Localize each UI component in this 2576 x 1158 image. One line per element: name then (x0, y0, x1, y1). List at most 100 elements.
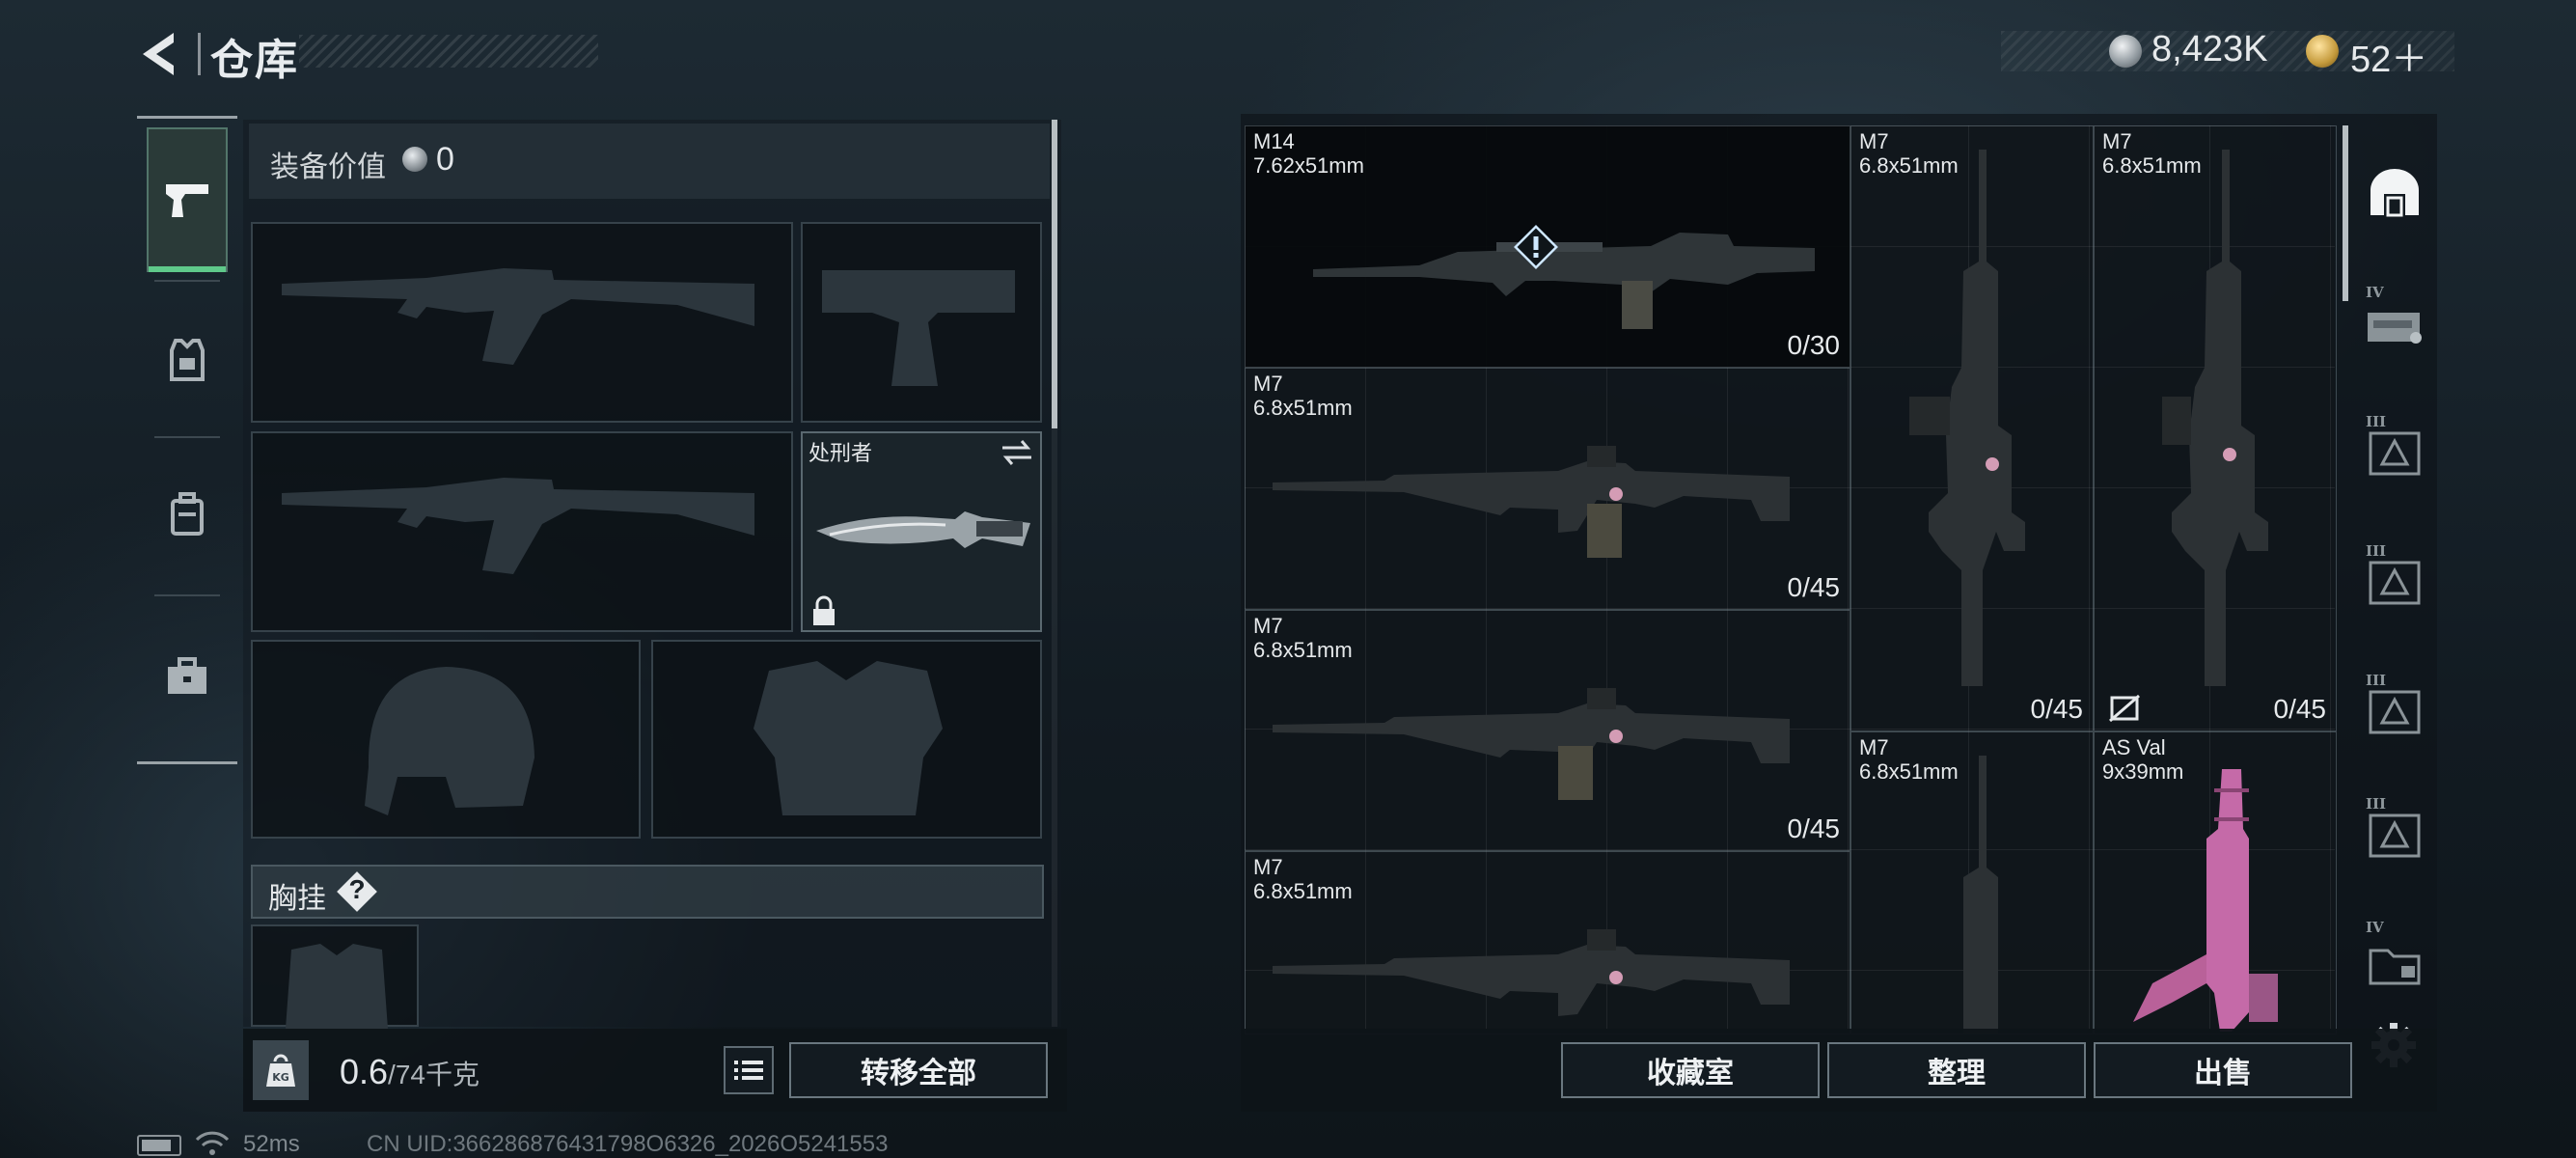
tab-divider (154, 280, 220, 282)
list-icon (734, 1061, 763, 1080)
category-ammo-box[interactable]: III (2362, 409, 2427, 486)
backpack-icon (171, 492, 204, 536)
armor-vest-icon (170, 339, 205, 381)
chest-rig-slot[interactable] (251, 924, 419, 1029)
chest-rig-label: 胸挂 (268, 883, 326, 915)
category-all[interactable] (2362, 154, 2427, 232)
category-weapon-case[interactable]: IV (2362, 280, 2427, 357)
transfer-all-button[interactable]: 转移全部 (789, 1042, 1048, 1098)
gold-currency-amount[interactable]: 52＋ (2350, 29, 2427, 82)
tabs-bottom-rule (137, 761, 237, 764)
stash-item-as-val[interactable]: AS Val 9x39mm (2094, 731, 2337, 1034)
stash-item-m7[interactable]: M7 6.8x51mm (1850, 731, 2094, 1034)
svg-text:KG: KG (272, 1071, 289, 1084)
item-ammo-count: 0/45 (2273, 694, 2327, 724)
tier-label: III (2366, 542, 2387, 560)
tier-label: IV (2366, 919, 2384, 936)
tab-armor[interactable] (147, 288, 228, 432)
ammo-box-icon (2369, 690, 2421, 734)
item-name: M7 (1253, 614, 1283, 638)
item-ammo-count: 0/45 (1787, 572, 1841, 602)
rifle-m7-icon (1273, 688, 1790, 800)
item-ammo-count: 0/45 (2030, 694, 2084, 724)
stash-item-m7[interactable]: M7 6.8x51mm 0/45 (1245, 368, 1850, 610)
rifle-m7-vertical-icon (1909, 150, 2025, 686)
lock-icon (813, 595, 835, 625)
wifi-icon (195, 1131, 230, 1155)
help-icon-glyph: ? (348, 874, 366, 904)
category-ammo-box[interactable]: III (2362, 791, 2427, 868)
briefcase-icon (168, 657, 206, 694)
pistol-silhouette-icon (822, 270, 1015, 386)
pistol-slot[interactable] (801, 222, 1042, 423)
category-ammo-box[interactable]: III (2362, 668, 2427, 745)
tab-weapons[interactable] (147, 127, 228, 272)
tier-label: IV (2366, 284, 2384, 301)
weight-icon-box: KG (253, 1040, 309, 1100)
body-armor-slot[interactable] (651, 640, 1042, 839)
knife-icon (816, 511, 1030, 548)
back-arrow-icon (143, 33, 174, 75)
sell-button[interactable]: 出售 (2094, 1042, 2352, 1098)
tab-case[interactable] (147, 604, 228, 749)
tab-divider (154, 594, 220, 596)
item-name: M7 (1859, 735, 1889, 759)
rifle-m7-icon (1273, 929, 1790, 1016)
rifle-m14-icon (1313, 233, 1815, 329)
carry-weight-current: 0.6 (340, 1052, 389, 1091)
stash-item-m7[interactable]: M7 6.8x51mm 0/45 (1850, 125, 2094, 731)
stash-item-m14[interactable]: M14 7.62x51mm 0/30 (1245, 125, 1850, 368)
category-ammo-box[interactable]: III (2362, 538, 2427, 616)
no-magazine-icon (2109, 694, 2140, 723)
ammo-box-icon (2369, 813, 2421, 858)
primary-weapon-slot-2[interactable] (251, 431, 793, 632)
item-name: M7 (1253, 372, 1283, 396)
vest-silhouette-icon (754, 661, 943, 815)
warning-icon (1514, 225, 1558, 269)
stash-item-m7[interactable]: M7 6.8x51mm 0/45 (2094, 125, 2337, 731)
title-stripe-decoration (299, 35, 598, 68)
silver-coin-icon (402, 147, 427, 172)
swap-icon[interactable] (999, 436, 1035, 469)
rifle-m7-vertical-icon (2162, 150, 2268, 686)
back-button[interactable] (135, 27, 181, 81)
stash-item-m7[interactable]: M7 6.8x51mm 0/45 (1245, 610, 1850, 851)
item-name: M7 (1859, 129, 1889, 153)
title-divider (198, 33, 201, 75)
loadout-scrollbar-thumb[interactable] (1052, 120, 1057, 428)
user-id: CN UID:366286876431798O6326_2026O5241553 (367, 1131, 889, 1157)
ammo-box-icon (2369, 561, 2421, 605)
helmet-slot[interactable] (251, 640, 641, 839)
tab-backpack[interactable] (147, 442, 228, 587)
sort-button[interactable]: 整理 (1827, 1042, 2086, 1098)
tab-divider (154, 436, 220, 438)
rifle-m7-vertical-icon (1963, 756, 1998, 1034)
list-view-button[interactable] (724, 1046, 774, 1094)
item-ammo-count: 0/45 (1787, 813, 1841, 843)
tier-label: III (2366, 795, 2387, 813)
kettlebell-weight-icon: KG (266, 1054, 295, 1087)
silver-coin-icon (2109, 35, 2142, 68)
item-name: AS Val (2102, 735, 2166, 759)
silver-currency-amount: 8,423K (2151, 29, 2268, 69)
tier-label: III (2366, 413, 2387, 430)
stash-item-m7[interactable]: M7 6.8x51mm (1245, 851, 1850, 1034)
rifle-as-val-icon (2133, 769, 2278, 1032)
battery-icon (137, 1135, 181, 1156)
item-name: M7 (1253, 855, 1283, 879)
primary-weapon-slot-1[interactable] (251, 222, 793, 423)
stash-scrollbar-thumb[interactable] (2343, 125, 2348, 301)
category-folder-case[interactable]: IV (2362, 919, 2427, 1004)
ping-readout: 52ms (243, 1131, 300, 1157)
equipment-value-amount: 0 (436, 141, 454, 178)
rifle-silhouette-icon (282, 478, 754, 574)
item-caliber: 7.62x51mm (1253, 153, 1364, 178)
carry-weight: 0.6/74千克 (340, 1052, 480, 1092)
ammo-box-icon (2369, 431, 2421, 476)
collection-room-button[interactable]: 收藏室 (1561, 1042, 1820, 1098)
pistol-icon (166, 184, 208, 217)
weapon-case-icon (2368, 313, 2422, 344)
gold-coin-icon (2306, 35, 2339, 68)
rifle-silhouette-icon (282, 268, 754, 365)
tabs-top-rule (137, 116, 237, 119)
